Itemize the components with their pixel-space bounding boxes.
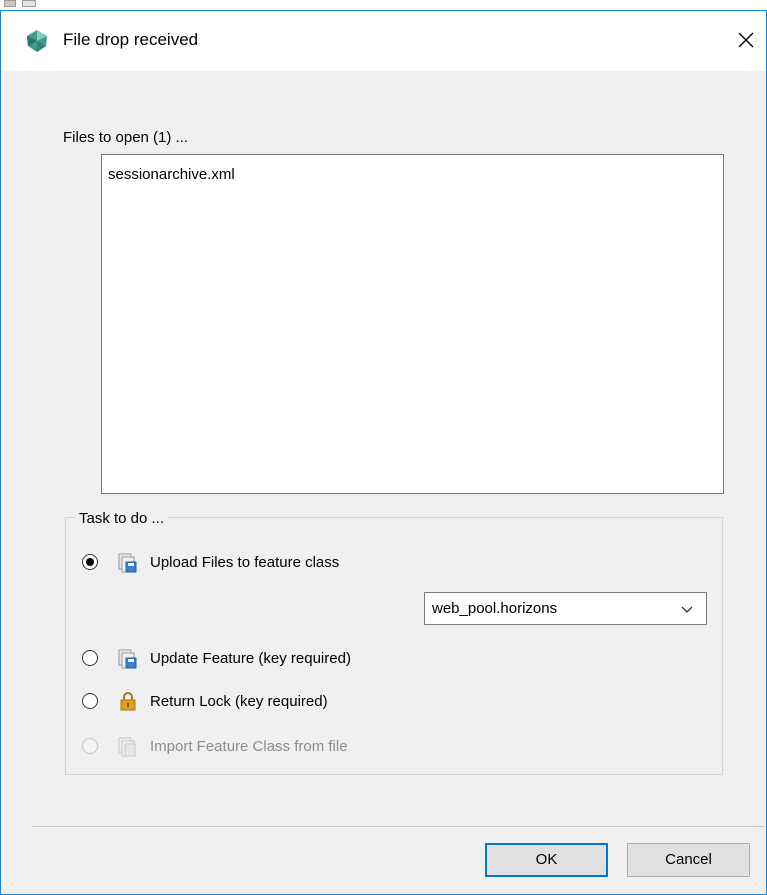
import-file-icon [118, 737, 136, 757]
chevron-down-icon [681, 606, 693, 613]
radio-update-feature[interactable] [82, 650, 98, 666]
background-toolbar-icon [4, 0, 16, 7]
option-label-upload: Upload Files to feature class [150, 554, 340, 571]
app-logo-icon [27, 30, 47, 52]
cancel-button[interactable]: Cancel [627, 843, 750, 877]
option-label-update: Update Feature (key required) [150, 650, 351, 667]
upload-file-icon [118, 553, 137, 573]
radio-import-feature-class[interactable] [82, 738, 98, 754]
update-file-icon [118, 649, 137, 669]
task-legend: Task to do ... [75, 510, 169, 527]
dropdown-selected-value: web_pool.horizons [432, 600, 558, 617]
option-label-return-lock: Return Lock (key required) [150, 693, 328, 710]
radio-upload-files[interactable] [82, 554, 98, 570]
title-bar: File drop received [1, 11, 766, 71]
file-list-item[interactable]: sessionarchive.xml [108, 166, 235, 183]
files-to-open-label: Files to open (1) ... [63, 129, 189, 146]
background-window-strip [0, 0, 767, 10]
footer-separator [32, 826, 764, 827]
lock-icon [120, 692, 136, 711]
option-label-import: Import Feature Class from file [150, 738, 348, 755]
radio-return-lock[interactable] [82, 693, 98, 709]
ok-button[interactable]: OK [485, 843, 608, 877]
close-icon[interactable] [729, 23, 763, 57]
feature-class-dropdown[interactable]: web_pool.horizons [424, 592, 707, 625]
file-list[interactable]: sessionarchive.xml [101, 154, 724, 494]
background-toolbar-icon [22, 0, 36, 7]
dialog-title: File drop received [63, 30, 199, 49]
